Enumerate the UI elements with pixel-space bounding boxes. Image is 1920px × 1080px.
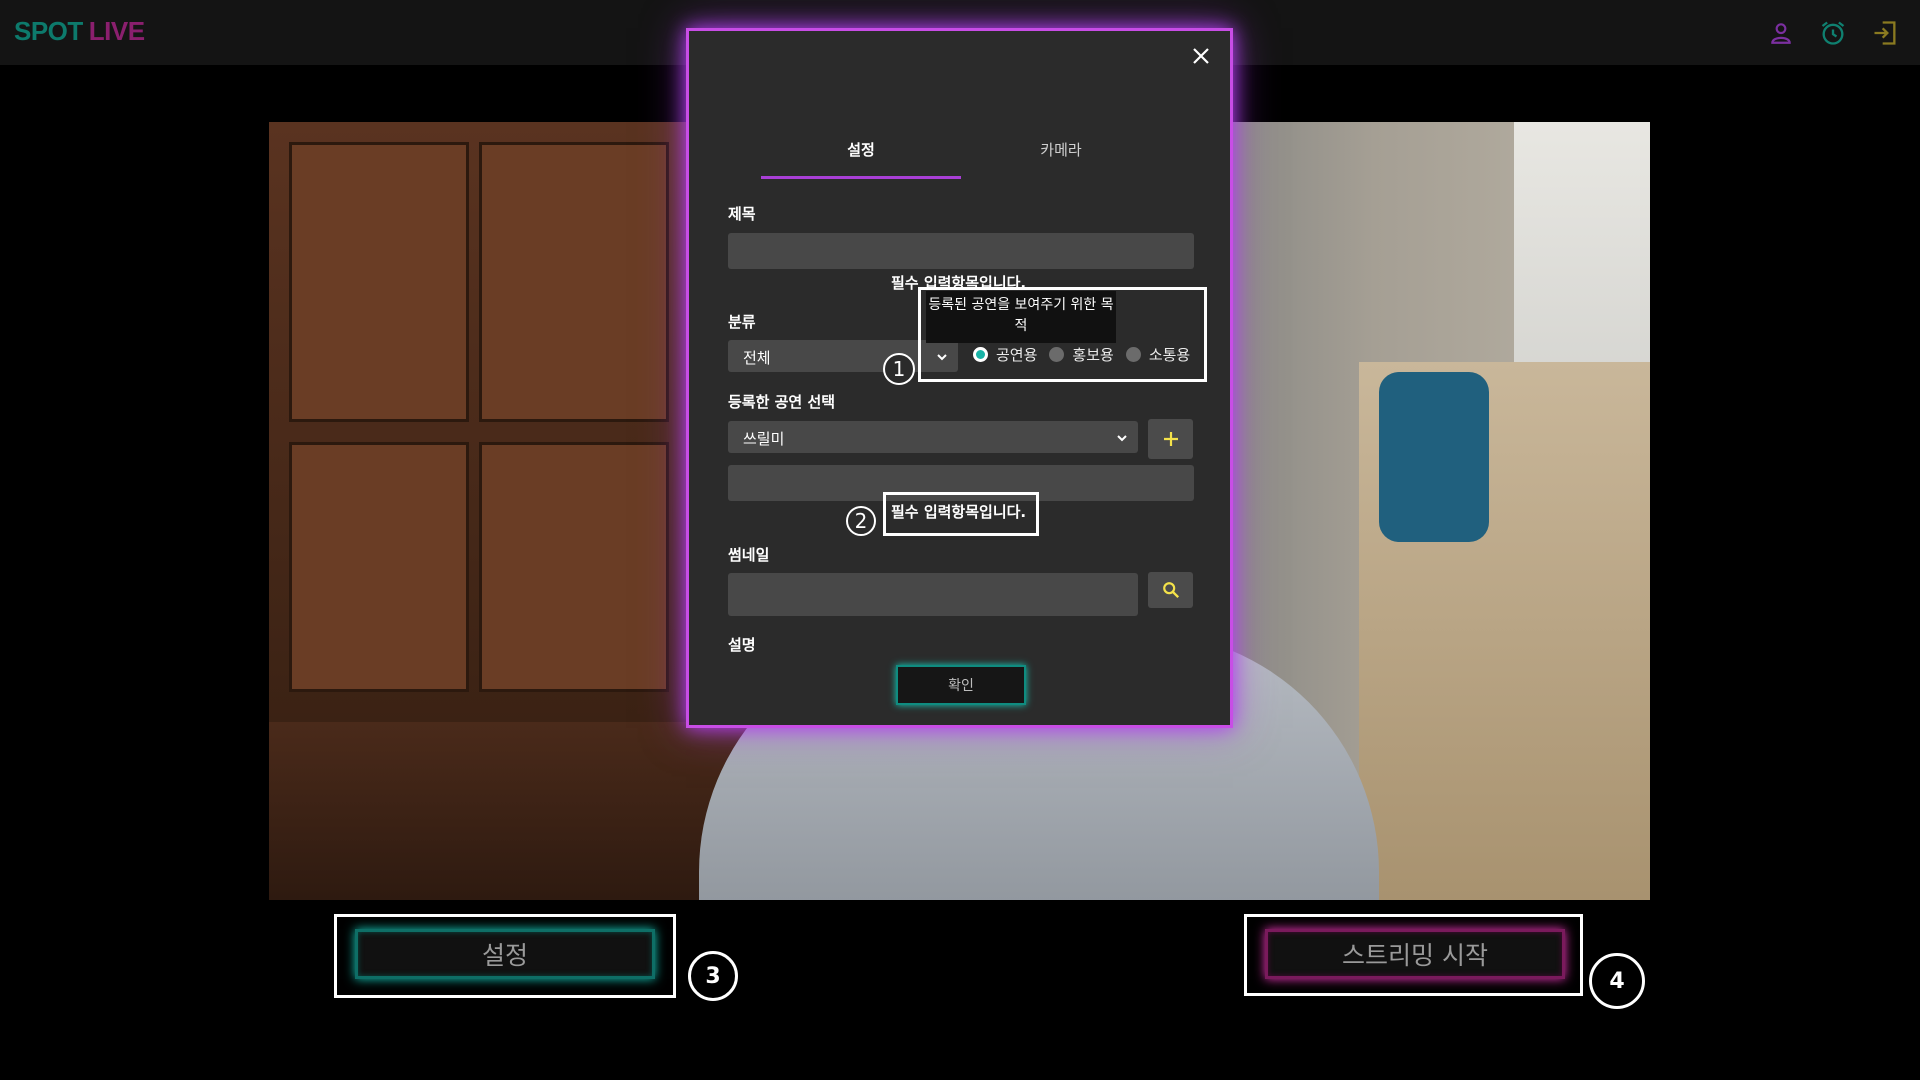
marker-4: 4: [1589, 953, 1645, 1009]
logo-live: LIVE: [88, 16, 145, 46]
show-required-message: 필수 입력항목입니다.: [891, 503, 1027, 521]
category-label: 분류: [728, 313, 756, 331]
category-select-value: 전체: [743, 349, 771, 367]
alarm-clock-icon[interactable]: [1818, 18, 1848, 48]
show-select[interactable]: 쓰릴미: [728, 421, 1138, 453]
purpose-highlight-box: [918, 287, 1207, 382]
user-icon[interactable]: [1766, 18, 1796, 48]
plus-icon: [1163, 432, 1178, 446]
app-logo[interactable]: SPOT LIVE: [14, 16, 145, 47]
marker-2: 2: [846, 506, 876, 536]
start-streaming-button[interactable]: 스트리밍 시작: [1265, 929, 1565, 979]
top-icons: [1766, 18, 1900, 48]
wardrobe-image: [269, 122, 699, 722]
chevron-down-icon: [1116, 429, 1128, 448]
logo-spot: SPOT: [14, 16, 83, 46]
title-input[interactable]: [728, 233, 1194, 269]
settings-modal: 설정 카메라 제목 필수 입력항목입니다. 분류 전체 영상 등록된 공연을 보…: [686, 28, 1233, 728]
add-show-button[interactable]: [1148, 419, 1193, 459]
description-label: 설명: [728, 636, 756, 654]
confirm-button[interactable]: 확인: [896, 665, 1026, 705]
show-select-value: 쓰릴미: [743, 430, 785, 448]
tab-settings[interactable]: 설정: [761, 113, 961, 179]
modal-tabs: 설정 카메라: [761, 113, 1161, 179]
marker-1: 1: [883, 353, 915, 385]
blue-cloth-image: [1379, 372, 1489, 542]
settings-button[interactable]: 설정: [355, 929, 655, 979]
search-icon: [1162, 582, 1179, 599]
title-label: 제목: [728, 205, 756, 223]
show-select-label: 등록한 공연 선택: [728, 393, 836, 411]
thumbnail-label: 썸네일: [728, 546, 770, 564]
thumbnail-search-button[interactable]: [1148, 572, 1193, 608]
close-icon[interactable]: [1186, 41, 1216, 71]
logout-icon[interactable]: [1870, 18, 1900, 48]
marker-3: 3: [688, 951, 738, 1001]
thumbnail-input[interactable]: [728, 573, 1138, 616]
tab-camera[interactable]: 카메라: [961, 113, 1161, 179]
